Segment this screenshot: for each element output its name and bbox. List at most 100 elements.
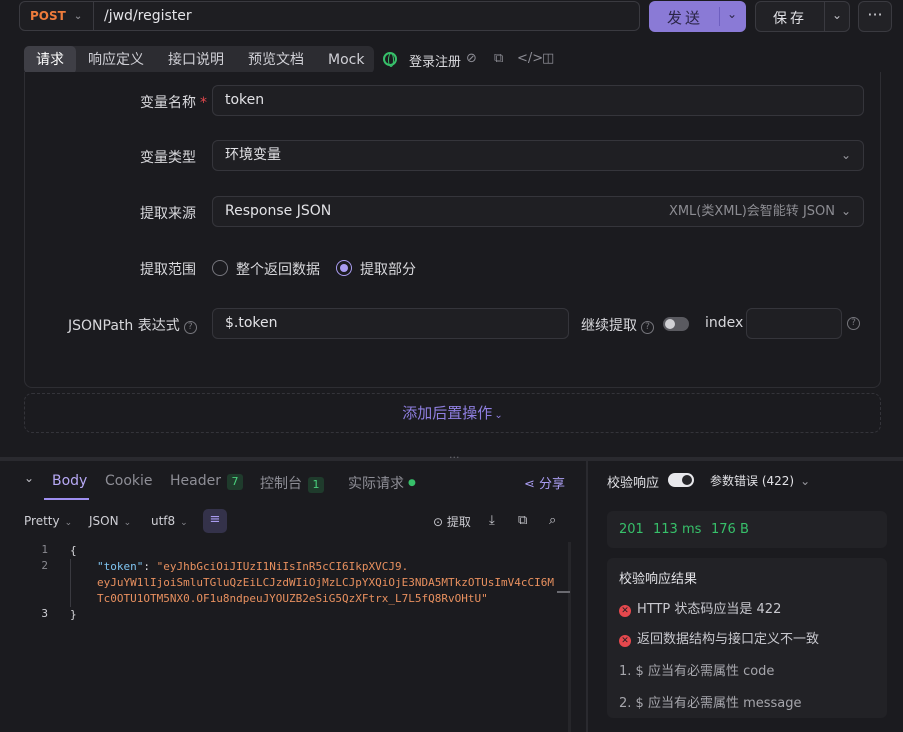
add-post-operation-label: 添加后置操作 [402,404,493,422]
json-label: JSON [89,514,119,528]
validation-error: ✕ HTTP 状态码应当是 422 [619,598,781,617]
vertical-splitter[interactable] [586,461,588,732]
format-json-select[interactable]: JSON ⌄ [89,514,131,528]
share-button[interactable]: ⋖ 分享 [524,473,565,492]
response-time: 113 ms [653,522,702,537]
json-colon: : [143,560,157,573]
help-icon[interactable]: ? [641,321,654,334]
tab-preview-docs[interactable]: 预览文档 [248,46,304,74]
chevron-down-icon[interactable]: ⌄ [727,7,737,21]
send-button[interactable]: 发送 ⌄ [649,1,746,32]
error-icon: ✕ [619,605,631,617]
tab-response-definition[interactable]: 响应定义 [88,46,144,74]
drag-handle-icon[interactable]: ··· [449,451,460,464]
copy-icon[interactable]: ⧉ [518,513,527,528]
method-select[interactable]: POST ⌄ [20,2,94,30]
range-all-radio[interactable] [212,260,228,276]
validate-response-label: 校验响应 [607,476,660,491]
tab-api-description[interactable]: 接口说明 [168,46,224,74]
tab-console[interactable]: 控制台 1 [260,473,324,493]
save-button[interactable]: 保存 ⌄ [755,1,850,32]
split-handle[interactable]: ··· [0,451,903,464]
wrap-lines-button[interactable]: ≡ [203,509,227,533]
chevron-down-icon: ⌄ [123,518,132,528]
url-input-group: POST ⌄ /jwd/register [19,1,640,31]
save-divider [824,2,825,31]
encoding-select[interactable]: utf8 ⌄ [151,514,188,528]
json-string: "eyJhbGciOiJIUzI1NiIsInR5cCI6IkpXVCJ9. [156,560,409,573]
code-line: } [70,608,77,621]
tab-header-label: Header [170,473,221,489]
tab-actual-request[interactable]: 实际请求 ● [348,473,416,493]
var-name-text: 变量名称 [140,95,196,111]
schema-select[interactable]: 参数错误 (422) ⌄ [710,472,810,489]
extract-icon: ⊙ [433,515,444,529]
chevron-down-icon: ⌄ [73,10,83,22]
link-icon[interactable]: ⊘ [466,51,477,66]
index-input[interactable] [746,308,842,339]
continue-extract-toggle[interactable] [663,317,689,331]
help-icon[interactable]: ? [183,321,197,334]
share-label: 分享 [539,477,566,492]
json-string: Tc0OTU1OTM5NX0.OF1u8ndpeuJYOUZB2eSiG5QzX… [97,592,488,605]
save-label: 保存 [773,11,807,27]
range-part-label[interactable]: 提取部分 [360,259,416,279]
tab-mock[interactable]: Mock [328,46,364,74]
url-input[interactable]: /jwd/register [104,8,192,24]
chevron-down-icon: ⌄ [800,474,811,488]
range-label: 提取范围 [140,262,196,278]
jsonpath-input[interactable]: $.token [212,308,569,339]
utf8-label: utf8 [151,514,176,528]
var-name-input[interactable]: token [212,85,864,116]
help-icon[interactable]: ? [847,317,860,330]
scroll-marker [557,591,570,593]
copy-icon[interactable]: ⧉ [494,51,503,66]
code-line: { [70,544,77,557]
header-count-badge: 7 [226,474,243,490]
jsonpath-text: JSONPath 表达式 [68,318,180,334]
var-type-label: 变量类型 [140,150,196,166]
validate-response-toggle[interactable] [668,473,694,487]
source-select[interactable]: Response JSON XML(类XML)会智能转 JSON ⌄ [212,196,864,227]
post-processor-panel [24,72,881,388]
tab-request[interactable]: 请求 [24,46,76,74]
chevron-down-icon: ⌄ [64,518,73,528]
source-label: 提取来源 [140,206,196,222]
send-divider [719,7,720,26]
code-icon[interactable]: </> [517,51,543,66]
console-count-badge: 1 [308,477,324,493]
pretty-label: Pretty [24,514,60,528]
search-icon[interactable]: ⌕ [549,513,556,528]
response-size: 176 B [711,522,749,537]
collapse-chevron-icon[interactable]: ⌄ [24,471,34,485]
format-pretty-select[interactable]: Pretty ⌄ [24,514,72,528]
sidebar-toggle-icon[interactable]: ◫ [542,51,554,66]
tab-body[interactable]: Body [52,473,87,489]
send-label: 发送 [667,9,704,27]
download-icon[interactable]: ⤓ [489,513,495,528]
line-number: 3 [41,607,48,620]
request-tabs: 请求 响应定义 接口说明 预览文档 Mock [24,46,374,74]
chevron-down-icon[interactable]: ⌄ [832,8,842,22]
share-icon: ⋖ [524,477,535,492]
endpoint-name[interactable]: 登录注册 [409,51,461,70]
tab-actual-request-label: 实际请求 [348,476,404,492]
extract-button[interactable]: ⊙ 提取 [433,513,471,530]
tab-cookie[interactable]: Cookie [105,473,153,489]
extract-label: 提取 [446,515,471,529]
index-label: index [705,315,744,331]
json-string: eyJuYW1lIjoiSmluTGluQzEiLCJzdWIiOjMzLCJp… [97,576,554,589]
range-part-radio[interactable] [336,260,352,276]
var-type-select[interactable]: 环境变量 ⌄ [212,140,864,171]
tab-header[interactable]: Header 7 [170,473,243,490]
var-type-value: 环境变量 [225,147,281,163]
validation-detail: 1. $ 应当有必需属性 code [619,664,775,679]
range-all-label[interactable]: 整个返回数据 [236,259,320,279]
more-button[interactable]: ··· [858,1,892,32]
code-line: "token": "eyJhbGciOiJIUzI1NiIsInR5cCI6Ik… [97,559,557,575]
line-number: 2 [41,559,48,572]
add-post-operation-button[interactable]: 添加后置操作 ⌄ [24,393,881,433]
tab-console-label: 控制台 [260,476,302,492]
scrollbar[interactable] [568,542,571,732]
api-client-window: POST ⌄ /jwd/register 发送 ⌄ 保存 ⌄ ··· 请求 响应定… [0,0,903,732]
